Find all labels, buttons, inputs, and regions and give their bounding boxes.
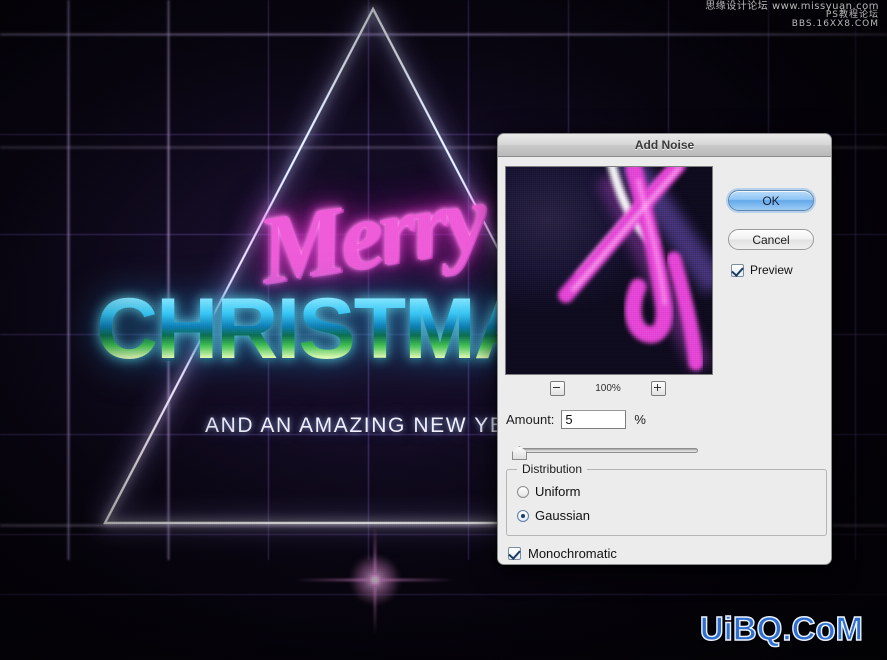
radio-uniform-label: Uniform — [535, 484, 581, 499]
monochromatic-label: Monochromatic — [528, 546, 617, 561]
dialog-titlebar[interactable]: Add Noise — [498, 134, 831, 157]
noise-preview-thumbnail[interactable] — [505, 166, 713, 375]
amount-slider-track[interactable] — [516, 448, 698, 453]
grid-line — [0, 34, 887, 35]
dialog-body: 100% Amount: % Distribution Uniform Gaus… — [498, 157, 831, 564]
zoom-in-button[interactable] — [651, 380, 666, 396]
add-noise-dialog: Add Noise 100% Amount: 5 % Distribution … — [497, 133, 832, 565]
monochromatic-checkbox-icon[interactable] — [508, 547, 521, 560]
radio-option-uniform[interactable]: Uniform — [517, 484, 581, 499]
preview-zoom-controls: 100% — [505, 379, 711, 397]
radio-gaussian-label: Gaussian — [535, 508, 590, 523]
distribution-legend: Distribution — [517, 462, 588, 476]
cancel-button[interactable]: Cancel — [728, 229, 814, 250]
radio-uniform-icon[interactable] — [517, 485, 529, 498]
amount-label: Amount: — [506, 412, 555, 427]
watermark-brand-logo: UiBQ.CoM — [699, 609, 864, 647]
artwork-subtitle-text: AND AN AMAZING NEW YEAR — [205, 414, 538, 437]
ok-button[interactable]: OK — [728, 190, 814, 211]
watermark-top: 思缘设计论坛 www.missyuan.com PS教程论坛 BBS.16XX8… — [705, 2, 879, 29]
amount-slider[interactable] — [512, 442, 702, 460]
amount-input[interactable] — [561, 410, 627, 429]
dialog-title: Add Noise — [634, 138, 695, 152]
zoom-level-label: 100% — [595, 382, 621, 394]
radio-gaussian-icon[interactable] — [517, 509, 529, 522]
radio-option-gaussian[interactable]: Gaussian — [517, 508, 590, 523]
amount-row: Amount: % — [506, 410, 646, 429]
monochromatic-row[interactable]: Monochromatic — [508, 546, 617, 561]
preview-checkbox-row[interactable]: Preview — [731, 263, 793, 277]
preview-checkbox-label: Preview — [750, 263, 793, 277]
zoom-out-button[interactable] — [550, 380, 565, 396]
grid-line — [68, 0, 69, 560]
watermark-line3: BBS.16XX8.COM — [791, 19, 879, 29]
amount-unit-label: % — [634, 412, 646, 427]
preview-checkbox-icon[interactable] — [731, 263, 744, 277]
distribution-group: Distribution Uniform Gaussian — [506, 462, 827, 536]
